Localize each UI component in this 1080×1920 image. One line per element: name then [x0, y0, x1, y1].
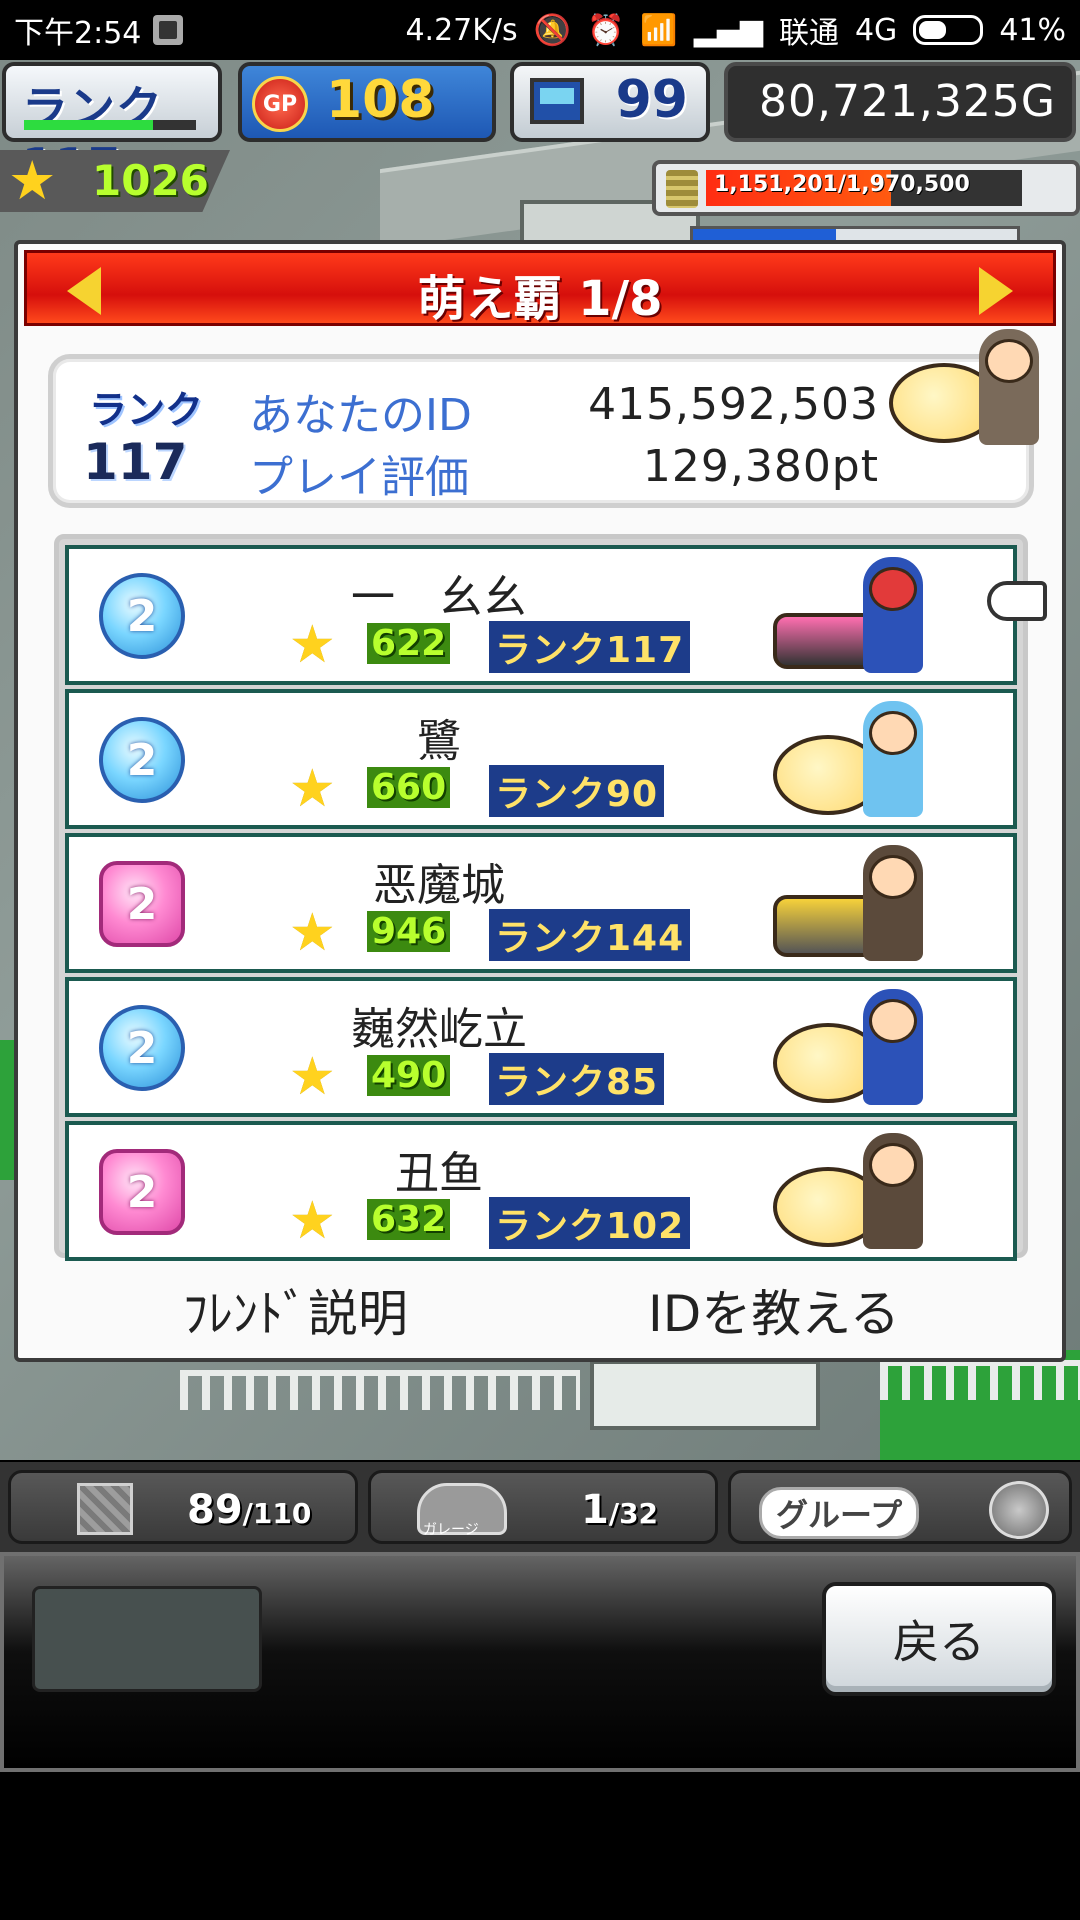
star-icon: ★	[289, 615, 336, 675]
fence	[180, 1370, 580, 1410]
money-meter: 1,151,201/1,970,500	[652, 160, 1080, 216]
status-bar: 下午2:54 4.27K/s 🔕 ⏰ 📶 ▂▄▆ 联通 4G 41%	[0, 0, 1080, 60]
star-icon: ★	[289, 1047, 336, 1107]
next-page-arrow-icon[interactable]	[979, 267, 1013, 315]
friend-row[interactable]: 2 鷺 ★ 660 ランク90	[65, 689, 1017, 829]
money-meter-text: 1,151,201/1,970,500	[714, 172, 970, 197]
friend-avatar	[773, 1133, 923, 1251]
alarm-icon: ⏰	[587, 12, 625, 48]
star-count: ★ 1026	[0, 150, 230, 212]
my-info-panel: ランク 117 あなたのID 415,592,503 プレイ評価 129,380…	[48, 329, 1039, 508]
status-time: 下午2:54	[14, 16, 142, 51]
battery-percent: 41%	[999, 12, 1066, 48]
garage-count: 1	[581, 1487, 609, 1533]
gp-coin-icon: GP	[252, 76, 308, 132]
my-id-label: あなたのID	[249, 390, 472, 441]
research-display[interactable]: 99	[510, 62, 710, 142]
back-button[interactable]: 戻る	[822, 1582, 1056, 1696]
friend-badge: 2	[99, 1005, 185, 1091]
friend-help-button[interactable]: ﾌﾚﾝﾄﾞ説明	[183, 1274, 408, 1346]
star-icon: ★	[289, 1191, 336, 1251]
computer-icon	[530, 78, 584, 124]
rank-progress-bar	[24, 120, 196, 130]
carrier: 联通	[778, 16, 839, 51]
friend-badge: 2	[99, 861, 185, 947]
crate-icon	[77, 1483, 133, 1535]
gold-value: 80,721,325G	[758, 76, 1056, 127]
my-rank-label: ランク	[89, 388, 204, 432]
group-label: グループ	[759, 1487, 920, 1539]
play-score-label: プレイ評価	[249, 452, 469, 503]
friend-badge: 2	[99, 717, 185, 803]
friend-avatar	[773, 557, 923, 675]
friend-ranking-dialog: 萌え覇 1/8 ランク 117 あなたのID 415,592,503 プレイ評価…	[14, 240, 1066, 1362]
mute-bell-icon: 🔕	[533, 12, 572, 48]
items-counter[interactable]: 89/110	[8, 1470, 358, 1544]
wifi-icon: 📶	[640, 12, 678, 48]
empty-command-slot	[32, 1586, 262, 1692]
friend-stars: 490	[367, 1055, 451, 1096]
my-id-value: 415,592,503	[588, 379, 879, 430]
friend-row[interactable]: 2 丑鱼 ★ 632 ランク102	[65, 1121, 1017, 1261]
research-value: 99	[615, 70, 688, 130]
image-icon	[153, 15, 184, 45]
friend-row[interactable]: 2 一 幺幺 ★ 622 ランク117	[65, 545, 1047, 685]
friend-rank: ランク102	[489, 1197, 691, 1249]
star-icon: ★	[8, 149, 57, 212]
signal-icon: ▂▄▆	[693, 12, 763, 48]
gold-display: 80,721,325G	[724, 62, 1076, 142]
my-rank-value: 117	[83, 433, 188, 491]
friend-rank: ランク90	[489, 765, 665, 817]
friend-rank: ランク117	[489, 621, 691, 673]
star-icon: ★	[289, 759, 336, 819]
my-avatar	[889, 329, 1039, 447]
friend-row[interactable]: 2 恶魔城 ★ 946 ランク144	[65, 833, 1017, 973]
share-id-button[interactable]: IDを教える	[648, 1274, 900, 1346]
garage-label: ガレージ	[423, 1522, 479, 1538]
group-button[interactable]: グループ	[728, 1470, 1072, 1544]
friend-list[interactable]: 2 一 幺幺 ★ 622 ランク117 2 鷺 ★ 660 ランク90 2 恶魔…	[54, 534, 1047, 1261]
building	[590, 1360, 820, 1430]
friend-badge: 2	[99, 573, 185, 659]
garage-counter[interactable]: ガレージ 1/32	[368, 1470, 718, 1544]
net-speed: 4.27K/s	[405, 12, 518, 48]
items-max: /110	[242, 1497, 312, 1530]
friend-avatar	[773, 701, 923, 819]
friend-stars: 946	[367, 911, 451, 952]
friend-badge: 2	[99, 1149, 185, 1235]
group-emblem-icon	[989, 1481, 1049, 1539]
friend-stars: 632	[367, 1199, 451, 1240]
garage-max: /32	[608, 1497, 659, 1530]
star-value: 1026	[92, 156, 209, 205]
battery-icon	[913, 15, 984, 45]
command-area: 戻る	[0, 1552, 1080, 1772]
friend-rank: ランク144	[489, 909, 691, 961]
network-type: 4G	[854, 12, 898, 48]
play-score-value: 129,380pt	[642, 441, 879, 492]
gp-value: 108	[326, 70, 435, 130]
friend-stars: 660	[367, 767, 451, 808]
items-count: 89	[187, 1487, 243, 1533]
friend-rank: ランク85	[489, 1053, 665, 1105]
fence	[880, 1360, 1080, 1400]
dialog-title-bar: 萌え覇 1/8	[24, 250, 1056, 327]
coin-stack-icon	[666, 170, 698, 208]
gp-display[interactable]: GP 108	[238, 62, 496, 142]
friend-avatar	[773, 845, 923, 963]
friend-stars: 622	[367, 623, 451, 664]
friend-row[interactable]: 2 巍然屹立 ★ 490 ランク85	[65, 977, 1017, 1117]
rank-display: ランク117	[2, 62, 222, 192]
bottom-status-bar: 89/110 ガレージ 1/32 グループ	[0, 1462, 1080, 1552]
dialog-title: 萌え覇 1/8	[417, 271, 663, 327]
hand-pointer-icon	[987, 581, 1047, 621]
star-icon: ★	[289, 903, 336, 963]
friend-avatar	[773, 989, 923, 1107]
